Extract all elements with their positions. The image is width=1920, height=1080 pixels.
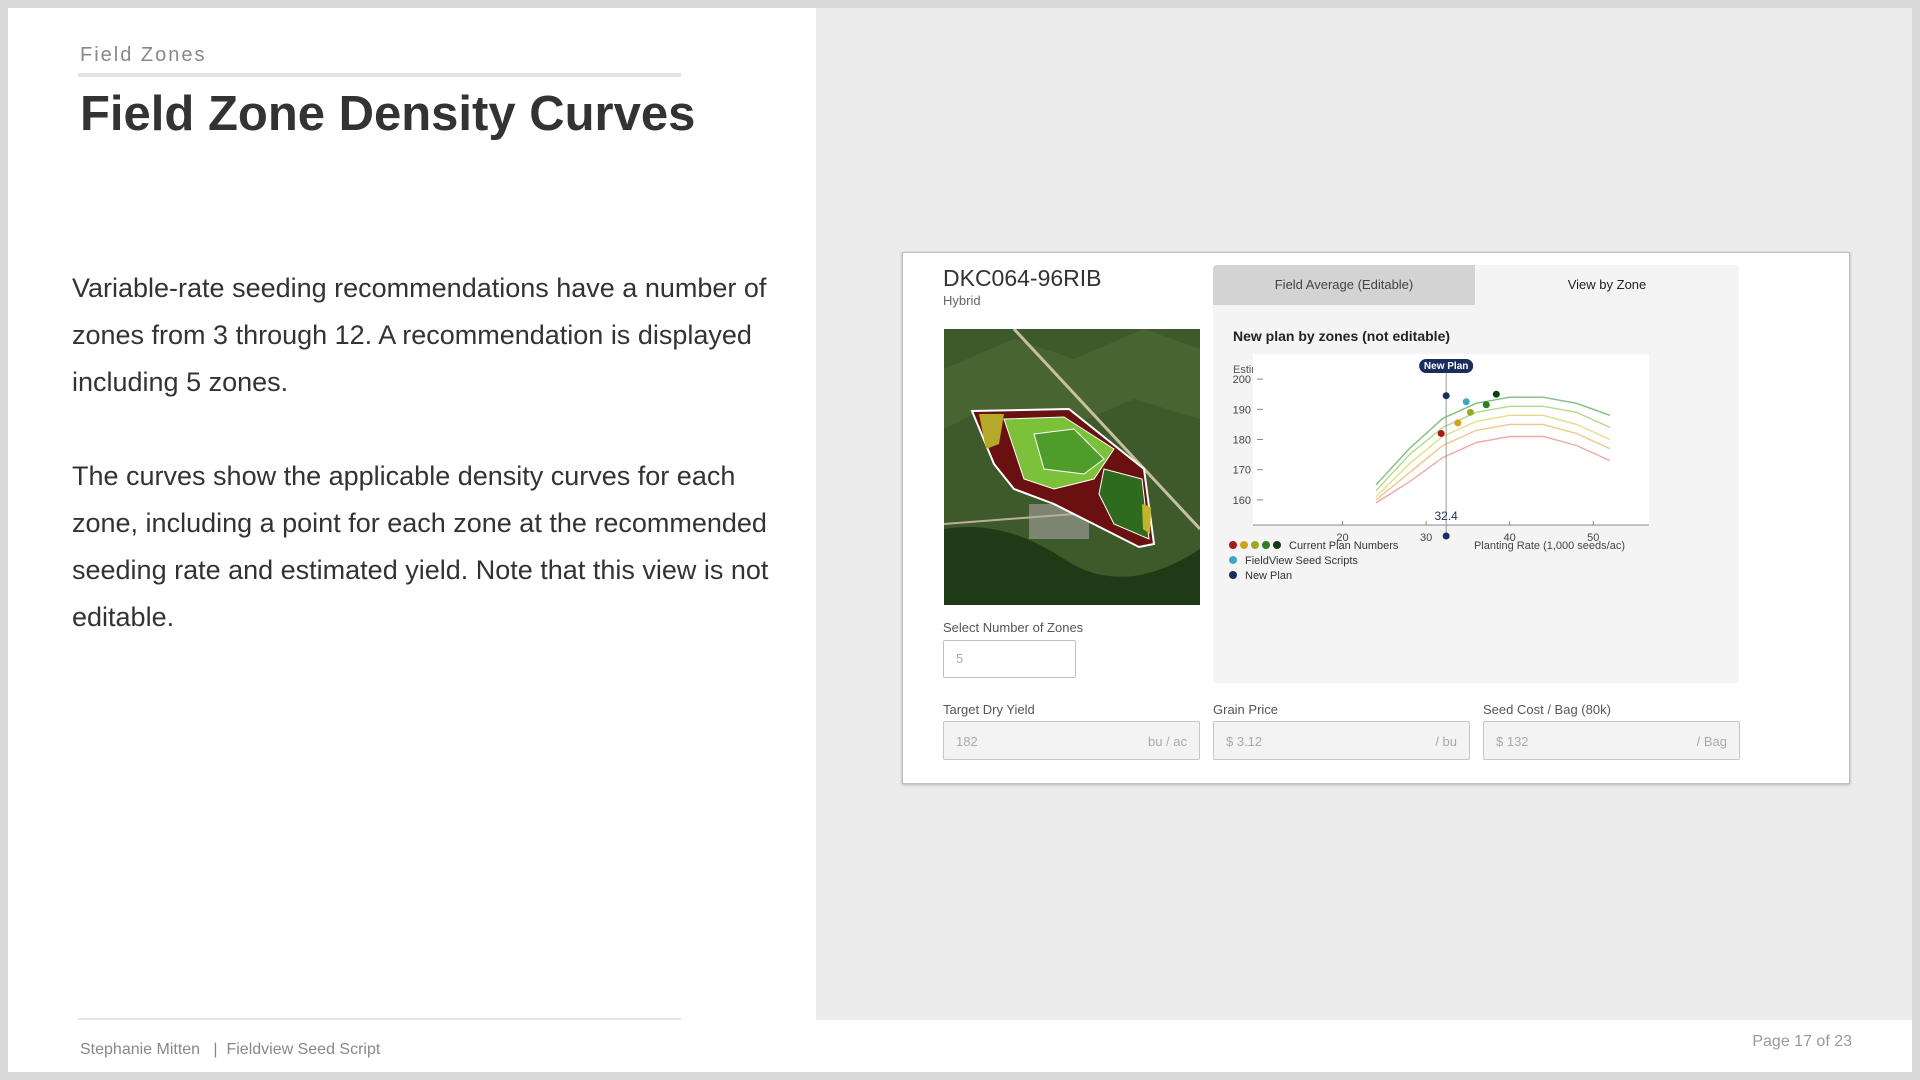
legend-swatch (1229, 541, 1237, 549)
paragraph-1: Variable-rate seeding recommendations ha… (72, 273, 767, 397)
data-point-current (1454, 419, 1462, 427)
new-plan-rate-label: 32.4 (1434, 509, 1458, 523)
page-title: Field Zone Density Curves (80, 87, 696, 141)
target-yield-label: Target Dry Yield (943, 702, 1035, 717)
target-yield-unit: bu / ac (1147, 734, 1187, 749)
field-map[interactable] (944, 329, 1200, 605)
legend-swatch (1273, 541, 1281, 549)
grain-price-input[interactable]: $ 3.12 / bu (1213, 721, 1470, 760)
grain-price-value: $ 3.12 (1226, 734, 1263, 749)
y-tick-label: 190 (1233, 404, 1251, 416)
legend-swatch (1262, 541, 1270, 549)
x-axis-title: Planting Rate (1,000 seeds/ac) (1474, 540, 1625, 552)
data-point-current (1437, 429, 1445, 437)
new-plan-badge-label: New Plan (1424, 361, 1468, 372)
grain-price-unit: / bu (1435, 734, 1457, 749)
y-tick-label: 160 (1233, 495, 1251, 507)
density-chart: 16017018019020020 30 40 50New Plan32.4Curre… (1229, 354, 1649, 582)
grain-price-label: Grain Price (1213, 702, 1279, 717)
legend-label: Current Plan Numbers (1289, 540, 1399, 552)
target-yield-input[interactable]: 182 bu / ac (943, 721, 1200, 760)
x-tick-label: 30 (1420, 532, 1432, 544)
hybrid-type: Hybrid (943, 293, 981, 308)
legend-swatch (1229, 556, 1237, 564)
legend-label: FieldView Seed Scripts (1245, 555, 1358, 567)
data-point-current (1466, 408, 1474, 416)
body-text: Variable-rate seeding recommendations ha… (72, 265, 772, 688)
slide: Field Zones Field Zone Density Curves Va… (8, 8, 1912, 1072)
screenshot-card: DKC064-96RIB Hybrid Select Number of Zon… (902, 252, 1850, 784)
title-rule (78, 73, 681, 77)
legend-swatch (1229, 571, 1237, 579)
new-plan-rate-marker (1442, 532, 1450, 540)
seed-cost-input[interactable]: $ 132 / Bag (1483, 721, 1740, 760)
section-label: Field Zones (80, 44, 207, 66)
page-number: Page 17 of 23 (1752, 1033, 1852, 1050)
y-tick-label: 200 (1233, 374, 1251, 386)
target-yield-value: 182 (956, 734, 978, 749)
select-zones-label: Select Number of Zones (943, 620, 1084, 635)
zones-input[interactable]: 5 (943, 640, 1076, 678)
chart-panel: Field Average (Editable) View by Zone Ne… (1213, 265, 1739, 683)
legend-label: New Plan (1245, 570, 1292, 582)
data-point-current (1482, 401, 1490, 409)
y-tick-label: 180 (1233, 435, 1251, 447)
seed-cost-unit: / Bag (1696, 734, 1727, 749)
y-tick-label: 170 (1233, 465, 1251, 477)
seed-cost-value: $ 132 (1496, 734, 1529, 749)
data-point-new_plan (1442, 392, 1450, 400)
data-point-fieldview (1462, 398, 1470, 406)
data-point-current (1492, 390, 1500, 398)
legend-swatch (1240, 541, 1248, 549)
paragraph-2: The curves show the applicable density c… (72, 461, 769, 632)
hybrid-name: DKC064-96RIB (943, 265, 1102, 291)
footer-credit: Stephanie Mitten | Fieldview Seed Script (80, 1041, 381, 1058)
seed-cost-label: Seed Cost / Bag (80k) (1483, 702, 1611, 717)
footer-rule (78, 1018, 681, 1020)
legend-swatch (1251, 541, 1259, 549)
